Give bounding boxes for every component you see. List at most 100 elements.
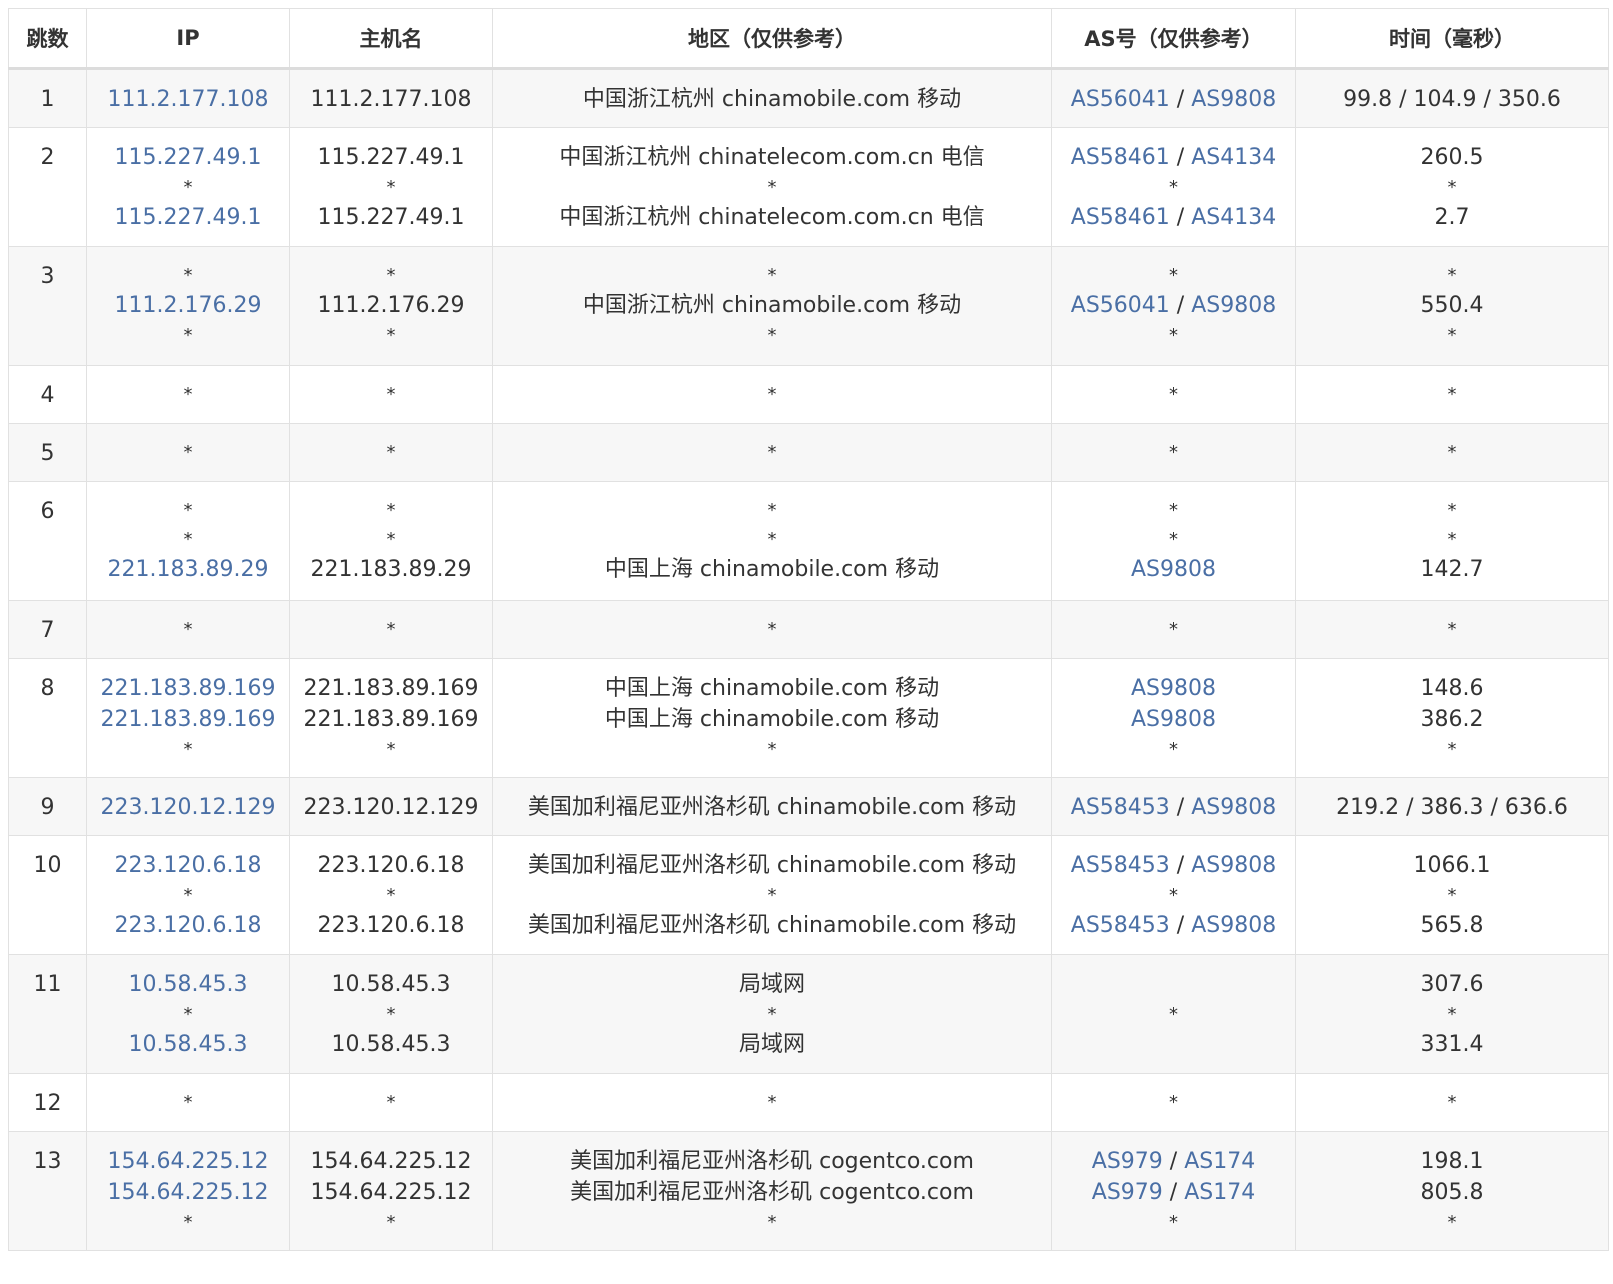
- table-row: 2 115.227.49.1 * 115.227.49.1 115.227.49.1 * 1…: [8, 127, 1609, 247]
- region: 美国加利福尼亚州洛杉矶 chinamobile.com 移动: [527, 795, 1017, 820]
- hostname-cell: *: [289, 423, 493, 482]
- hostname: 223.120.6.18: [317, 853, 465, 878]
- as-link[interactable]: AS4134: [1191, 205, 1276, 230]
- as-link[interactable]: AS58461: [1071, 145, 1170, 170]
- region-cell: *: [492, 1073, 1052, 1132]
- region: 中国浙江杭州 chinamobile.com 移动: [582, 87, 962, 112]
- as-link[interactable]: AS58453: [1071, 853, 1170, 878]
- as-link[interactable]: AS56041: [1071, 87, 1170, 112]
- ip-link[interactable]: 221.183.89.169: [101, 676, 276, 701]
- ip-link[interactable]: 223.120.12.129: [101, 795, 276, 820]
- ip-link[interactable]: 154.64.225.12: [108, 1180, 269, 1205]
- hop-number: 4: [40, 383, 55, 408]
- hostname-cell: * * 221.183.89.29: [289, 481, 493, 601]
- hostname-cell: 154.64.225.12 154.64.225.12 *: [289, 1131, 493, 1251]
- hostname-cell: *: [289, 600, 493, 659]
- as-numbers: AS9808: [1056, 554, 1291, 585]
- as-separator: /: [1169, 293, 1192, 318]
- ip-link[interactable]: 111.2.177.108: [108, 87, 269, 112]
- ip-timeout: *: [183, 500, 193, 521]
- ip-link[interactable]: 10.58.45.3: [129, 972, 248, 997]
- as-link[interactable]: AS9808: [1131, 676, 1216, 701]
- ip-link[interactable]: 10.58.45.3: [129, 1032, 248, 1057]
- hop-number: 12: [33, 1091, 62, 1116]
- latency: 142.7: [1420, 557, 1484, 582]
- hostname: *: [386, 265, 396, 286]
- hostname-cell: * 111.2.176.29 *: [289, 246, 493, 366]
- hostname: *: [386, 1212, 396, 1233]
- ip-link[interactable]: 221.183.89.169: [101, 707, 276, 732]
- hop-number-cell: 8: [8, 658, 87, 778]
- as-link[interactable]: AS9808: [1191, 795, 1276, 820]
- latency: 99.8 / 104.9 / 350.6: [1343, 87, 1561, 112]
- as-link[interactable]: AS174: [1184, 1180, 1255, 1205]
- ip-link[interactable]: 223.120.6.18: [115, 853, 262, 878]
- as-link[interactable]: AS9808: [1191, 293, 1276, 318]
- latency: *: [1447, 739, 1457, 760]
- time-cell: 219.2 / 386.3 / 636.6: [1295, 777, 1609, 836]
- latency: *: [1447, 265, 1457, 286]
- hop-number: 5: [40, 441, 55, 466]
- as-link[interactable]: AS9808: [1191, 853, 1276, 878]
- as-empty: [1056, 969, 1291, 1000]
- latency: *: [1447, 177, 1457, 198]
- as-link[interactable]: AS979: [1092, 1149, 1163, 1174]
- region: *: [767, 885, 777, 906]
- latency: *: [1447, 1092, 1457, 1113]
- latency: 331.4: [1420, 1032, 1484, 1057]
- hostname: 221.183.89.29: [310, 557, 472, 582]
- as-link[interactable]: AS9808: [1191, 87, 1276, 112]
- as-link[interactable]: AS58453: [1071, 795, 1170, 820]
- as-link[interactable]: AS9808: [1131, 707, 1216, 732]
- as-timeout: *: [1169, 1212, 1178, 1233]
- as-link[interactable]: AS56041: [1071, 293, 1170, 318]
- ip-timeout: *: [183, 1212, 193, 1233]
- latency: 2.7: [1434, 205, 1470, 230]
- hop-number-cell: 13: [8, 1131, 87, 1251]
- as-numbers: AS979 / AS174: [1056, 1146, 1291, 1177]
- region: *: [767, 177, 777, 198]
- hostname: *: [386, 529, 396, 550]
- region: *: [767, 1092, 777, 1113]
- as-timeout: *: [1169, 265, 1178, 286]
- hostname: *: [386, 500, 396, 521]
- hostname-cell: *: [289, 365, 493, 424]
- as-cell: AS58461 / AS4134 * AS58461 / AS4134: [1051, 127, 1296, 247]
- ip-link[interactable]: 111.2.176.29: [115, 293, 262, 318]
- as-link[interactable]: AS174: [1184, 1149, 1255, 1174]
- latency: 219.2 / 386.3 / 636.6: [1336, 795, 1568, 820]
- ip-link[interactable]: 115.227.49.1: [115, 205, 262, 230]
- region: 局域网: [738, 972, 805, 997]
- hop-number-cell: 10: [8, 835, 87, 955]
- region: *: [767, 325, 777, 346]
- as-link[interactable]: AS58461: [1071, 205, 1170, 230]
- ip-link[interactable]: 223.120.6.18: [115, 913, 262, 938]
- as-link[interactable]: AS4134: [1191, 145, 1276, 170]
- ip-link[interactable]: 154.64.225.12: [108, 1149, 269, 1174]
- latency: 260.5: [1420, 145, 1484, 170]
- hostname: *: [386, 739, 396, 760]
- ip-timeout: *: [183, 739, 193, 760]
- as-numbers: AS58453 / AS9808: [1056, 792, 1291, 823]
- as-timeout: *: [1169, 619, 1178, 640]
- hostname: 10.58.45.3: [331, 972, 451, 997]
- table-row: 4 * * * * *: [8, 365, 1609, 424]
- table-row: 11 10.58.45.3 * 10.58.45.3 10.58.45.3 * 10.58.…: [8, 954, 1609, 1074]
- as-link[interactable]: AS9808: [1131, 557, 1216, 582]
- ip-link[interactable]: 115.227.49.1: [115, 145, 262, 170]
- ip-cell: *: [86, 1073, 290, 1132]
- hostname: 111.2.177.108: [310, 87, 472, 112]
- time-cell: 198.1 805.8 *: [1295, 1131, 1609, 1251]
- region: 中国浙江杭州 chinatelecom.com.cn 电信: [559, 205, 985, 230]
- as-separator: /: [1169, 795, 1192, 820]
- as-link[interactable]: AS979: [1092, 1180, 1163, 1205]
- traceroute-table: 跳数 IP 主机名 地区（仅供参考） AS号（仅供参考） 时间（毫秒） 1 111…: [8, 8, 1609, 1251]
- as-link[interactable]: AS9808: [1191, 913, 1276, 938]
- as-cell: AS979 / AS174 AS979 / AS174 *: [1051, 1131, 1296, 1251]
- ip-timeout: *: [183, 1092, 193, 1113]
- hostname: *: [386, 325, 396, 346]
- as-link[interactable]: AS58453: [1071, 913, 1170, 938]
- ip-link[interactable]: 221.183.89.29: [108, 557, 269, 582]
- latency: *: [1447, 325, 1457, 346]
- hop-number-cell: 6: [8, 481, 87, 601]
